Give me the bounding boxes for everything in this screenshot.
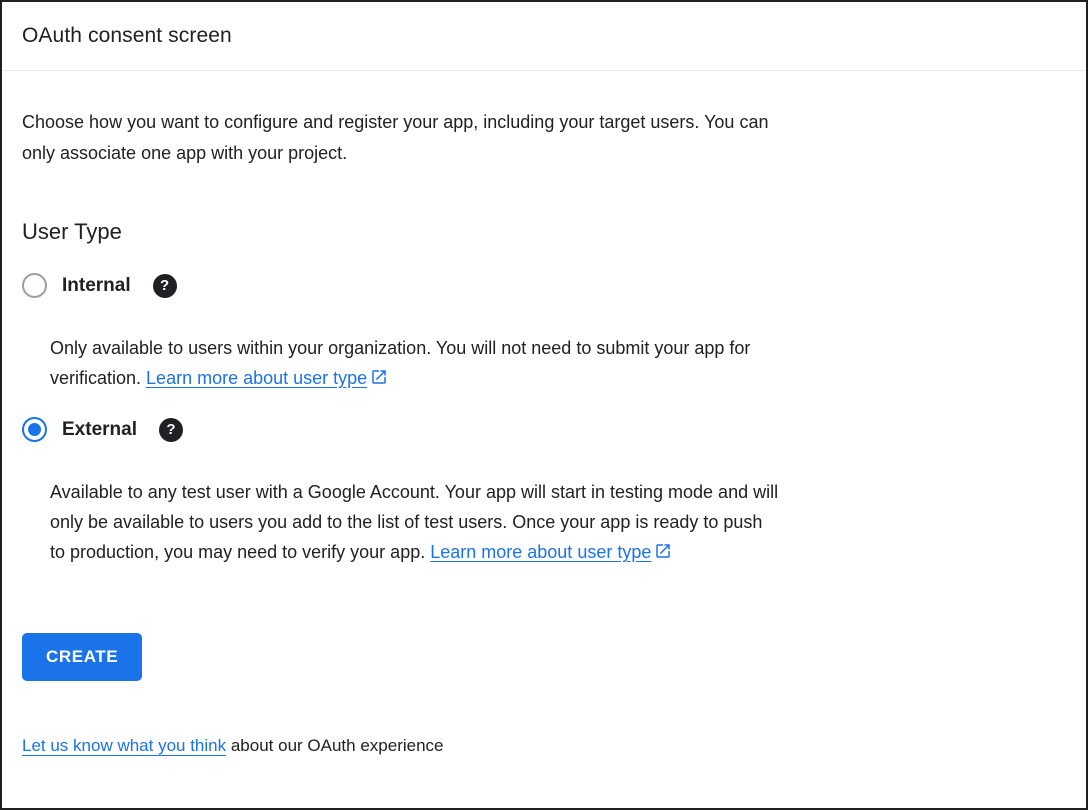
internal-description: Only available to users within your orga… (50, 333, 780, 393)
radio-option-external[interactable]: External ? (22, 417, 1066, 442)
radio-external-label[interactable]: External (62, 419, 137, 441)
radio-internal-unselected-icon[interactable] (22, 273, 47, 298)
user-type-heading: User Type (22, 219, 1066, 245)
page-content: Choose how you want to configure and reg… (2, 107, 1086, 756)
help-icon[interactable]: ? (159, 418, 183, 442)
external-description: Available to any test user with a Google… (50, 477, 780, 567)
radio-option-internal[interactable]: Internal ? (22, 273, 1066, 298)
radio-external-selected-icon[interactable] (22, 417, 47, 442)
external-link-icon (654, 542, 672, 560)
help-icon[interactable]: ? (153, 274, 177, 298)
feedback-link[interactable]: Let us know what you think (22, 736, 226, 755)
create-button[interactable]: CREATE (22, 633, 142, 681)
external-link-icon (370, 368, 388, 386)
feedback-suffix: about our OAuth experience (226, 736, 443, 755)
intro-text: Choose how you want to configure and reg… (22, 107, 790, 169)
learn-more-link-external[interactable]: Learn more about user type (430, 542, 672, 562)
page-header: OAuth consent screen (2, 2, 1086, 71)
learn-more-link-external-label[interactable]: Learn more about user type (430, 542, 651, 562)
learn-more-link-internal[interactable]: Learn more about user type (146, 368, 388, 388)
learn-more-link-internal-label[interactable]: Learn more about user type (146, 368, 367, 388)
oauth-consent-panel: OAuth consent screen Choose how you want… (0, 0, 1088, 810)
radio-internal-label[interactable]: Internal (62, 275, 131, 297)
feedback-footer: Let us know what you think about our OAu… (22, 736, 1066, 756)
page-title: OAuth consent screen (22, 24, 232, 48)
